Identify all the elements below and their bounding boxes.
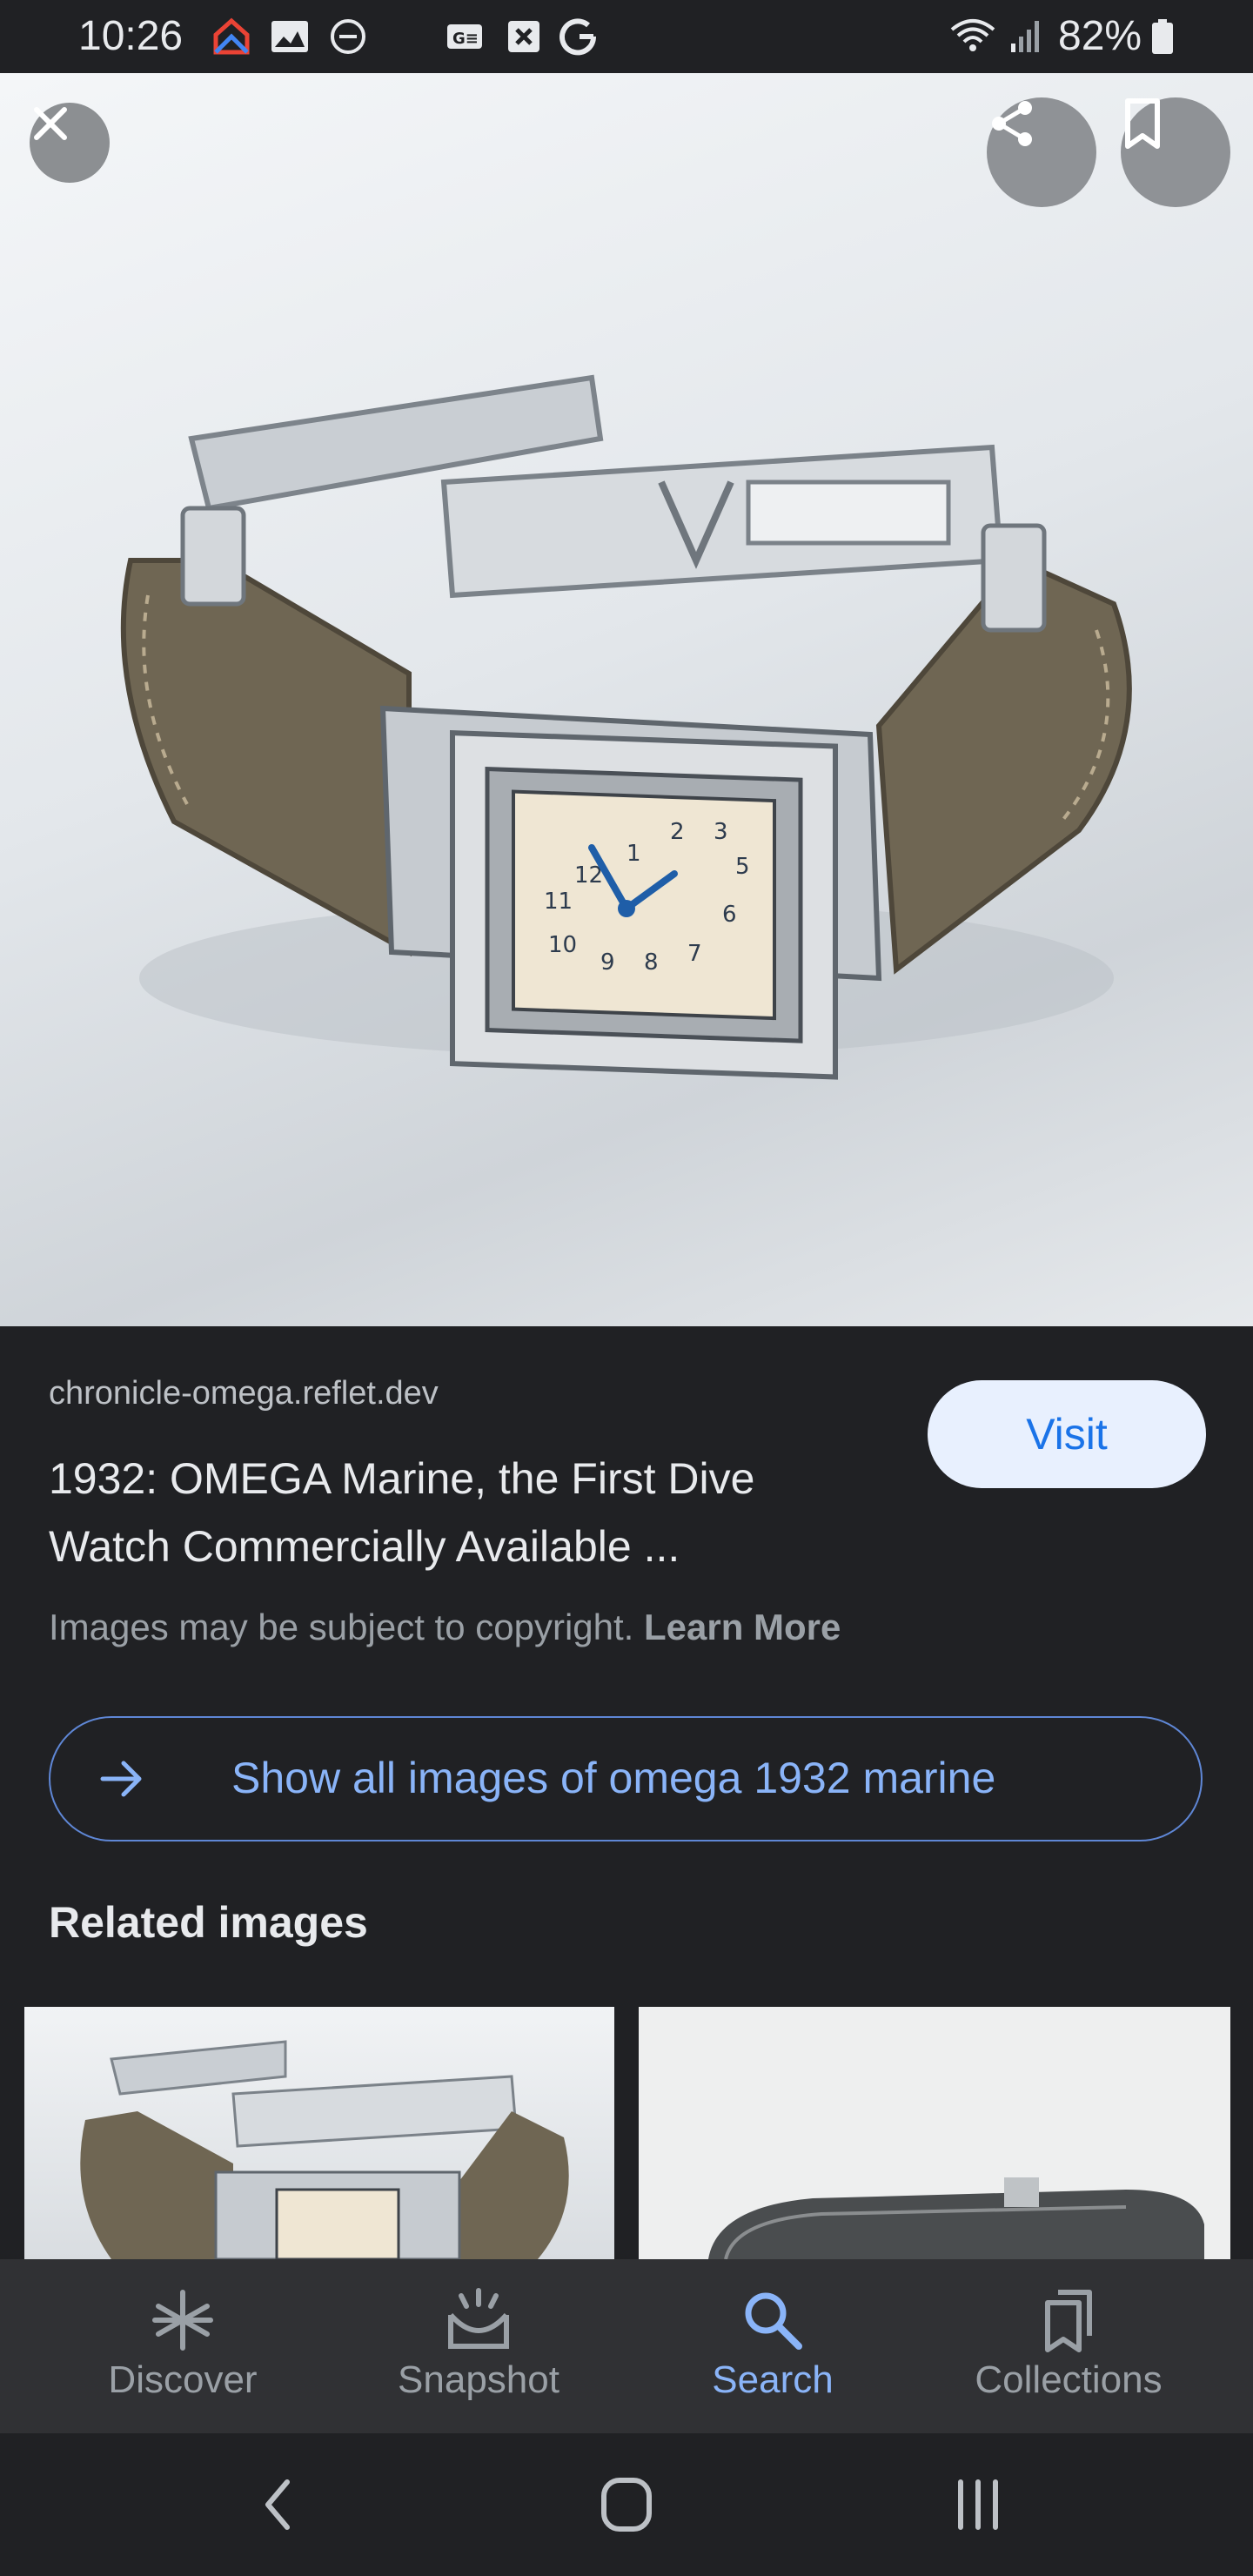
svg-text:9: 9	[600, 949, 615, 976]
arrow-right-icon	[100, 1761, 142, 1797]
home-icon[interactable]	[592, 2473, 661, 2536]
related-image-thumbnail[interactable]	[24, 2007, 614, 2259]
nav-discover[interactable]: Discover	[52, 2259, 313, 2433]
svg-text:2: 2	[670, 819, 685, 845]
svg-text:8: 8	[644, 949, 659, 976]
svg-text:11: 11	[544, 889, 573, 915]
search-icon	[745, 2292, 802, 2350]
nav-label: Collections	[975, 2358, 1163, 2401]
watch-illustration: 12 1 2 3 5 6 7 8 9 10 11	[120, 374, 1132, 1080]
show-all-images-button[interactable]: Show all images of omega 1932 marine	[49, 1716, 1203, 1841]
nav-label: Discover	[108, 2358, 258, 2401]
close-button[interactable]	[30, 103, 110, 183]
asterisk-icon	[152, 2290, 213, 2351]
back-icon[interactable]	[244, 2473, 313, 2536]
result-title[interactable]: 1932: OMEGA Marine, the First Dive Watch…	[49, 1445, 884, 1580]
wifi-icon	[950, 19, 995, 51]
save-button[interactable]	[1121, 97, 1230, 207]
collections-icon	[1045, 2290, 1092, 2352]
snapshot-icon	[448, 2288, 509, 2349]
battery-icon	[1152, 19, 1173, 54]
show-all-label: Show all images of omega 1932 marine	[231, 1754, 996, 1802]
signal-icon	[1011, 21, 1039, 52]
nav-search[interactable]: Search	[642, 2259, 903, 2433]
svg-text:6: 6	[722, 902, 737, 928]
related-images-heading: Related images	[49, 1898, 368, 1947]
svg-text:7: 7	[687, 941, 702, 967]
bookmark-icon	[1125, 98, 1160, 149]
google-home-icon	[213, 17, 250, 55]
learn-more-link[interactable]: Learn More	[644, 1607, 841, 1647]
nav-snapshot[interactable]: Snapshot	[348, 2259, 609, 2433]
share-button[interactable]	[987, 97, 1096, 207]
watch-thumbnail-image	[80, 2040, 569, 2259]
system-navigation-bar	[0, 2433, 1253, 2576]
nav-label: Search	[712, 2358, 834, 2401]
battery-percentage: 82%	[1058, 13, 1142, 59]
gallery-icon	[271, 21, 308, 52]
visit-button[interactable]: Visit	[928, 1380, 1206, 1488]
svg-text:5: 5	[735, 854, 750, 880]
copyright-notice: Images may be subject to copyright. Lear…	[49, 1607, 841, 1648]
nav-label: Snapshot	[398, 2358, 559, 2401]
recent-apps-icon[interactable]	[943, 2473, 1013, 2536]
close-box-icon	[508, 21, 539, 52]
svg-text:3: 3	[714, 819, 728, 845]
close-icon	[34, 107, 67, 140]
source-domain[interactable]: chronicle-omega.reflet.dev	[49, 1375, 439, 1412]
svg-text:1: 1	[626, 841, 641, 867]
share-icon	[992, 101, 1032, 146]
bottom-navigation: Discover Snapshot Search Collections	[0, 2259, 1253, 2433]
nav-collections[interactable]: Collections	[938, 2259, 1199, 2433]
do-not-disturb-icon	[331, 19, 365, 54]
hero-image[interactable]: 12 1 2 3 5 6 7 8 9 10 11	[0, 73, 1253, 1326]
svg-text:G≡: G≡	[452, 30, 479, 48]
related-image-thumbnail[interactable]	[639, 2007, 1230, 2259]
copyright-text: Images may be subject to copyright.	[49, 1607, 644, 1647]
google-icon	[559, 18, 597, 56]
status-bar: 10:26 G≡ 82%	[0, 0, 1253, 73]
status-time: 10:26	[78, 13, 184, 59]
watch-thumbnail-image-2	[708, 2177, 1204, 2259]
news-icon: G≡	[447, 24, 482, 49]
svg-text:10: 10	[548, 932, 577, 958]
